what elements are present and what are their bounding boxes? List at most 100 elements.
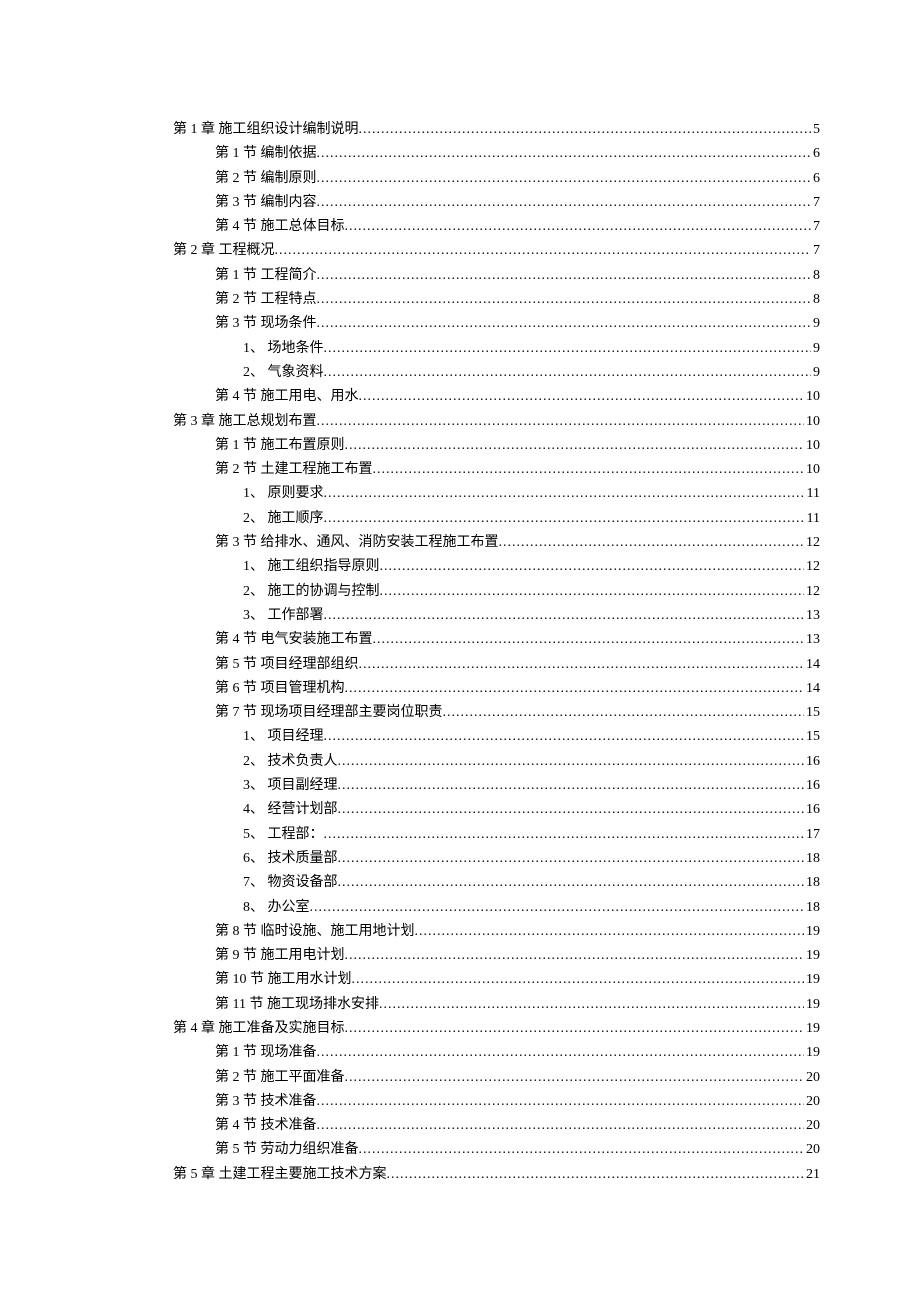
toc-page-number: 11	[805, 482, 820, 506]
toc-label: 第 9 节 施工用电计划	[215, 944, 345, 968]
toc-leader-dots: ........................................…	[387, 1163, 805, 1187]
toc-label: 第 11 节 施工现场排水安排	[215, 993, 379, 1017]
toc-leader-dots: ........................................…	[317, 142, 812, 166]
toc-label: 第 2 节 施工平面准备	[215, 1066, 345, 1090]
toc-label: 第 2 节 编制原则	[215, 167, 317, 191]
toc-page-number: 20	[804, 1066, 820, 1090]
toc-label: 第 4 节 施工总体目标	[215, 215, 345, 239]
toc-page-number: 19	[804, 944, 820, 968]
toc-page-number: 12	[804, 531, 820, 555]
toc-leader-dots: ........................................…	[324, 604, 805, 628]
toc-label: 第 3 节 给排水、通风、消防安装工程施工布置	[215, 531, 499, 555]
toc-entry: 第 2 节 编制原则..............................…	[173, 167, 820, 191]
toc-leader-dots: ........................................…	[345, 215, 812, 239]
toc-page-number: 15	[804, 701, 820, 725]
toc-leader-dots: ........................................…	[317, 312, 812, 336]
toc-label: 第 3 节 编制内容	[215, 191, 317, 215]
toc-entry: 第 4 节 施工总体目标............................…	[173, 215, 820, 239]
toc-page-number: 10	[804, 385, 820, 409]
toc-entry: 第 8 节 临时设施、施工用地计划.......................…	[173, 920, 820, 944]
toc-page-number: 8	[811, 264, 820, 288]
toc-page-number: 13	[804, 628, 820, 652]
toc-entry: 第 2 节 施工平面准备............................…	[173, 1066, 820, 1090]
toc-entry: 第 2 章 工程概况..............................…	[173, 239, 820, 263]
toc-leader-dots: ........................................…	[338, 750, 805, 774]
toc-label: 2、 施工顺序	[243, 507, 324, 531]
toc-page-number: 7	[811, 215, 820, 239]
toc-label: 第 5 节 劳动力组织准备	[215, 1138, 359, 1162]
toc-entry: 第 3 节 技术准备..............................…	[173, 1090, 820, 1114]
toc-entry: 第 4 章 施工准备及实施目标.........................…	[173, 1017, 820, 1041]
toc-leader-dots: ........................................…	[324, 823, 805, 847]
toc-leader-dots: ........................................…	[317, 1090, 805, 1114]
toc-page-number: 17	[804, 823, 820, 847]
toc-label: 2、 技术负责人	[243, 750, 338, 774]
toc-page-number: 7	[811, 191, 820, 215]
toc-label: 第 4 章 施工准备及实施目标	[173, 1017, 345, 1041]
toc-leader-dots: ........................................…	[338, 847, 805, 871]
toc-label: 第 5 节 项目经理部组织	[215, 653, 359, 677]
toc-entry: 第 6 节 项目管理机构............................…	[173, 677, 820, 701]
toc-page-number: 9	[811, 337, 820, 361]
toc-label: 6、 技术质量部	[243, 847, 338, 871]
toc-leader-dots: ........................................…	[345, 1066, 805, 1090]
toc-entry: 3、 项目副经理................................…	[173, 774, 820, 798]
toc-leader-dots: ........................................…	[324, 482, 805, 506]
toc-label: 3、 工作部署	[243, 604, 324, 628]
toc-leader-dots: ........................................…	[338, 774, 805, 798]
toc-entry: 2、 气象资料.................................…	[173, 361, 820, 385]
toc-leader-dots: ........................................…	[415, 920, 805, 944]
toc-label: 3、 项目副经理	[243, 774, 338, 798]
toc-entry: 第 1 章 施工组织设计编制说明........................…	[173, 118, 820, 142]
toc-leader-dots: ........................................…	[324, 361, 812, 385]
toc-page-number: 12	[804, 555, 820, 579]
toc-leader-dots: ........................................…	[379, 993, 804, 1017]
toc-entry: 第 1 节 编制依据..............................…	[173, 142, 820, 166]
toc-page-number: 12	[804, 580, 820, 604]
toc-label: 第 2 章 工程概况	[173, 239, 275, 263]
toc-leader-dots: ........................................…	[317, 288, 812, 312]
toc-entry: 第 10 节 施工用水计划...........................…	[173, 968, 820, 992]
toc-entry: 第 5 节 劳动力组织准备...........................…	[173, 1138, 820, 1162]
toc-page-number: 5	[811, 118, 820, 142]
toc-label: 第 4 节 施工用电、用水	[215, 385, 359, 409]
toc-label: 第 2 节 土建工程施工布置	[215, 458, 373, 482]
toc-page-number: 9	[811, 312, 820, 336]
toc-entry: 第 1 节 现场准备..............................…	[173, 1041, 820, 1065]
toc-leader-dots: ........................................…	[443, 701, 805, 725]
toc-label: 第 1 章 施工组织设计编制说明	[173, 118, 359, 142]
toc-page-number: 13	[804, 604, 820, 628]
table-of-contents: 第 1 章 施工组织设计编制说明........................…	[173, 118, 820, 1187]
toc-page-number: 16	[804, 750, 820, 774]
toc-label: 第 8 节 临时设施、施工用地计划	[215, 920, 415, 944]
toc-leader-dots: ........................................…	[345, 434, 805, 458]
toc-leader-dots: ........................................…	[345, 944, 805, 968]
toc-label: 1、 场地条件	[243, 337, 324, 361]
toc-entry: 第 2 节 土建工程施工布置..........................…	[173, 458, 820, 482]
toc-entry: 3、 工作部署.................................…	[173, 604, 820, 628]
toc-label: 1、 施工组织指导原则	[243, 555, 380, 579]
toc-page-number: 9	[811, 361, 820, 385]
toc-entry: 第 5 章 土建工程主要施工技术方案......................…	[173, 1163, 820, 1187]
toc-page-number: 18	[804, 847, 820, 871]
toc-label: 第 3 节 现场条件	[215, 312, 317, 336]
toc-leader-dots: ........................................…	[338, 871, 805, 895]
toc-entry: 1、 项目经理.................................…	[173, 725, 820, 749]
toc-page-number: 18	[804, 896, 820, 920]
toc-page-number: 7	[811, 239, 820, 263]
toc-page-number: 19	[804, 1017, 820, 1041]
toc-entry: 6、 技术质量部................................…	[173, 847, 820, 871]
toc-label: 1、 原则要求	[243, 482, 324, 506]
toc-leader-dots: ........................................…	[317, 167, 812, 191]
toc-leader-dots: ........................................…	[359, 653, 805, 677]
toc-leader-dots: ........................................…	[338, 798, 805, 822]
toc-leader-dots: ........................................…	[275, 239, 812, 263]
toc-entry: 第 3 章 施工总规划布置...........................…	[173, 410, 820, 434]
toc-leader-dots: ........................................…	[317, 264, 812, 288]
toc-leader-dots: ........................................…	[317, 191, 812, 215]
toc-entry: 第 4 节 电气安装施工布置..........................…	[173, 628, 820, 652]
toc-page-number: 19	[804, 920, 820, 944]
toc-label: 第 2 节 工程特点	[215, 288, 317, 312]
toc-label: 第 1 节 现场准备	[215, 1041, 317, 1065]
toc-entry: 2、 施工的协调与控制.............................…	[173, 580, 820, 604]
